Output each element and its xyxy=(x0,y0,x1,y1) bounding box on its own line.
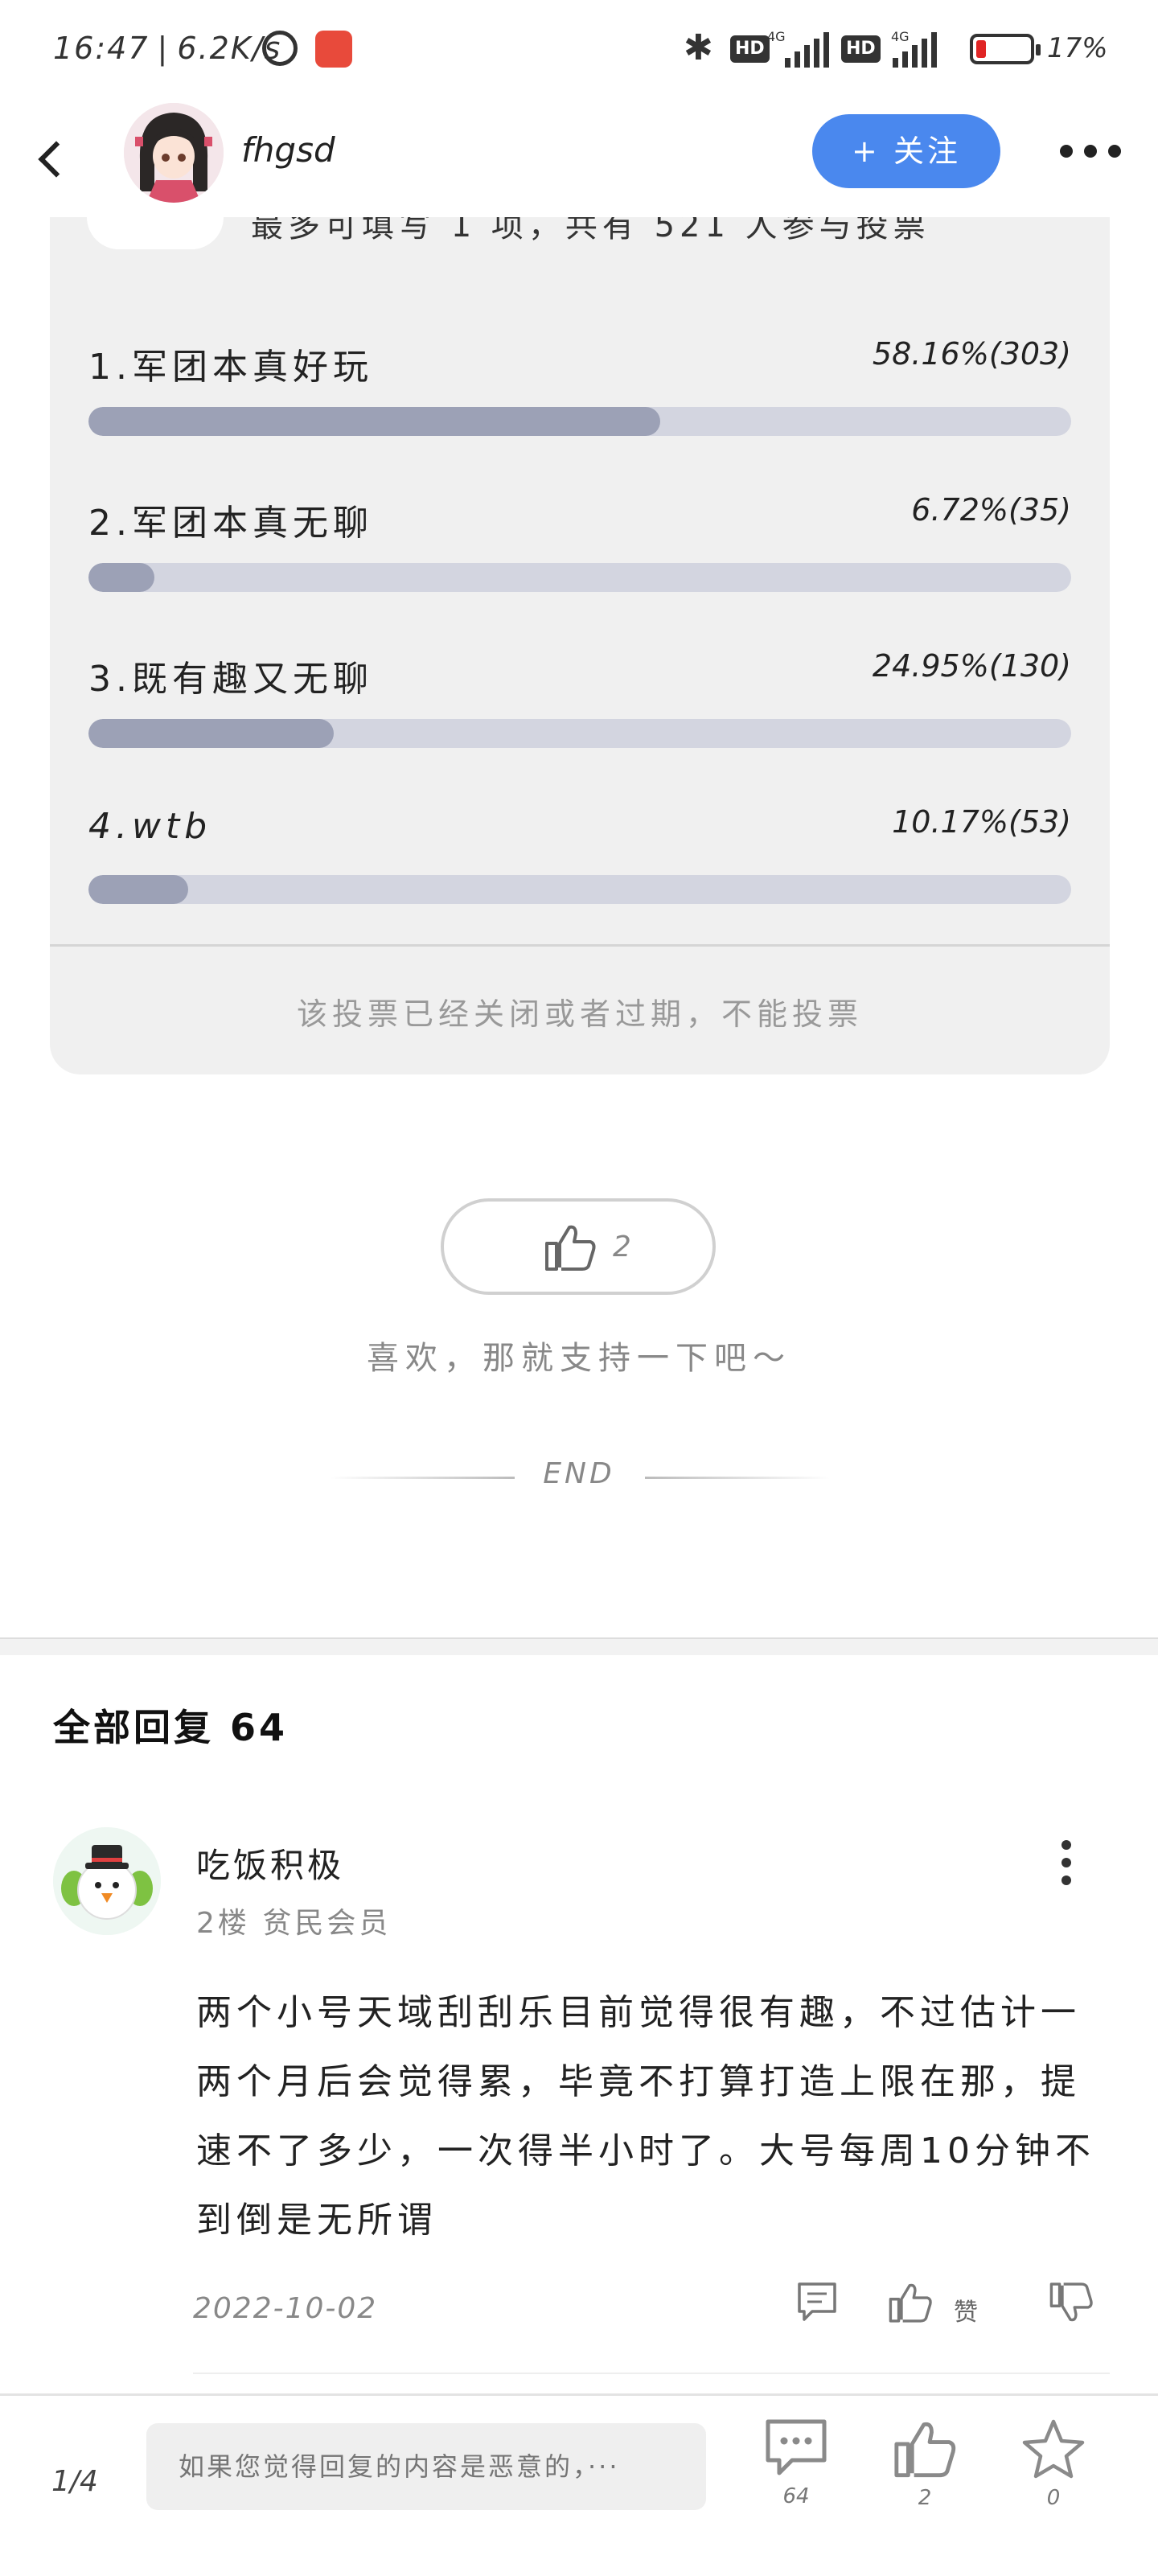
divider xyxy=(50,944,1110,947)
poll-option-bar-fill xyxy=(88,719,334,748)
battery-percent: 17% xyxy=(1047,32,1108,64)
poll-option-percent: 24.95%(130) xyxy=(872,648,1071,684)
reply-meta: 2楼 贫民会员 xyxy=(196,1907,392,1940)
post-header: fhgsd + 关注 xyxy=(0,97,1158,217)
comment-icon[interactable] xyxy=(796,2281,838,2326)
follow-button[interactable]: + 关注 xyxy=(812,114,1000,188)
poll-option-label: 2.军团本真无聊 xyxy=(88,503,373,544)
like-count: 2 xyxy=(918,2486,932,2510)
like-label[interactable]: 赞 xyxy=(954,2292,978,2327)
section-separator xyxy=(0,1637,1158,1655)
replies-title: 全部回复 64 xyxy=(53,1706,289,1749)
hd-badge: HD xyxy=(730,35,770,63)
music-app-icon xyxy=(315,31,352,68)
poll-option-bar xyxy=(88,563,1071,592)
comment-count: 64 xyxy=(782,2484,810,2508)
star-icon xyxy=(1022,2419,1085,2479)
avatar[interactable] xyxy=(53,1827,161,1935)
favorite-button[interactable]: 0 xyxy=(1005,2418,1102,2510)
poll-option-bar xyxy=(88,719,1071,748)
battery-icon xyxy=(970,34,1041,64)
alarm-icon xyxy=(262,31,298,66)
poll-option-label: 4.wtb xyxy=(88,806,212,847)
poll-option-bar-fill xyxy=(88,563,155,592)
hd-badge: HD xyxy=(841,35,881,63)
poll-card: 最多可填写 1 项，共有 521 人参与投票 1.军团本真好玩 58.16%(3… xyxy=(50,161,1110,1074)
bottom-bar: 1/4 64 2 0 xyxy=(0,2393,1158,2576)
reply-more-icon[interactable] xyxy=(1062,1840,1071,1885)
like-post-button[interactable]: 2 xyxy=(877,2418,973,2510)
end-marker: END xyxy=(543,1457,615,1490)
comments-button[interactable]: 64 xyxy=(748,2418,844,2508)
poll-option-bar-fill xyxy=(88,407,660,436)
more-options-icon[interactable] xyxy=(1060,145,1121,158)
thumbs-up-icon xyxy=(544,1222,597,1276)
poll-option-percent: 6.72%(35) xyxy=(911,492,1071,528)
like-count: 2 xyxy=(613,1230,631,1263)
bluetooth-icon: ✱ xyxy=(684,27,713,68)
poll-closed-notice: 该投票已经关闭或者过期，不能投票 xyxy=(296,996,863,1032)
reply-input[interactable] xyxy=(146,2423,706,2510)
poll-option-label: 3.既有趣又无聊 xyxy=(88,659,373,700)
signal-icon xyxy=(785,32,829,68)
divider xyxy=(193,2373,1110,2374)
poll-option-percent: 58.16%(303) xyxy=(872,336,1071,372)
network-type: 4G xyxy=(767,29,786,44)
comment-icon xyxy=(766,2419,827,2475)
signal-icon xyxy=(893,32,937,68)
thumbs-up-icon xyxy=(894,2422,956,2478)
star-count: 0 xyxy=(1046,2486,1061,2510)
status-time: 16:47 | 6.2K/s xyxy=(53,31,282,66)
poll-option-bar-fill xyxy=(88,875,189,904)
username[interactable]: fhgsd xyxy=(241,130,335,170)
reply-body: 两个小号天域刮刮乐目前觉得很有趣，不过估计一两个月后会觉得累，毕竟不打算打造上限… xyxy=(196,1992,1095,2241)
poll-option-bar xyxy=(88,875,1071,904)
thumbs-down-icon[interactable] xyxy=(1049,2281,1094,2327)
like-button[interactable]: 2 xyxy=(441,1198,716,1295)
reply-date: 2022-10-02 xyxy=(193,2292,378,2325)
avatar[interactable] xyxy=(124,103,224,203)
page-indicator[interactable]: 1/4 xyxy=(51,2465,98,2498)
back-icon[interactable] xyxy=(32,129,72,185)
poll-option-label: 1.军团本真好玩 xyxy=(88,347,373,388)
status-bar: 16:47 | 6.2K/s ✱ HD 4G HD 4G 17% xyxy=(0,0,1158,97)
thumbs-up-icon[interactable] xyxy=(888,2281,933,2327)
battery-level xyxy=(976,40,986,58)
poll-option-bar xyxy=(88,407,1071,436)
poll-option-percent: 10.17%(53) xyxy=(892,804,1071,840)
reply-author[interactable]: 吃饭积极 xyxy=(196,1839,344,1888)
like-hint: 喜欢，那就支持一下吧～ xyxy=(367,1340,791,1377)
